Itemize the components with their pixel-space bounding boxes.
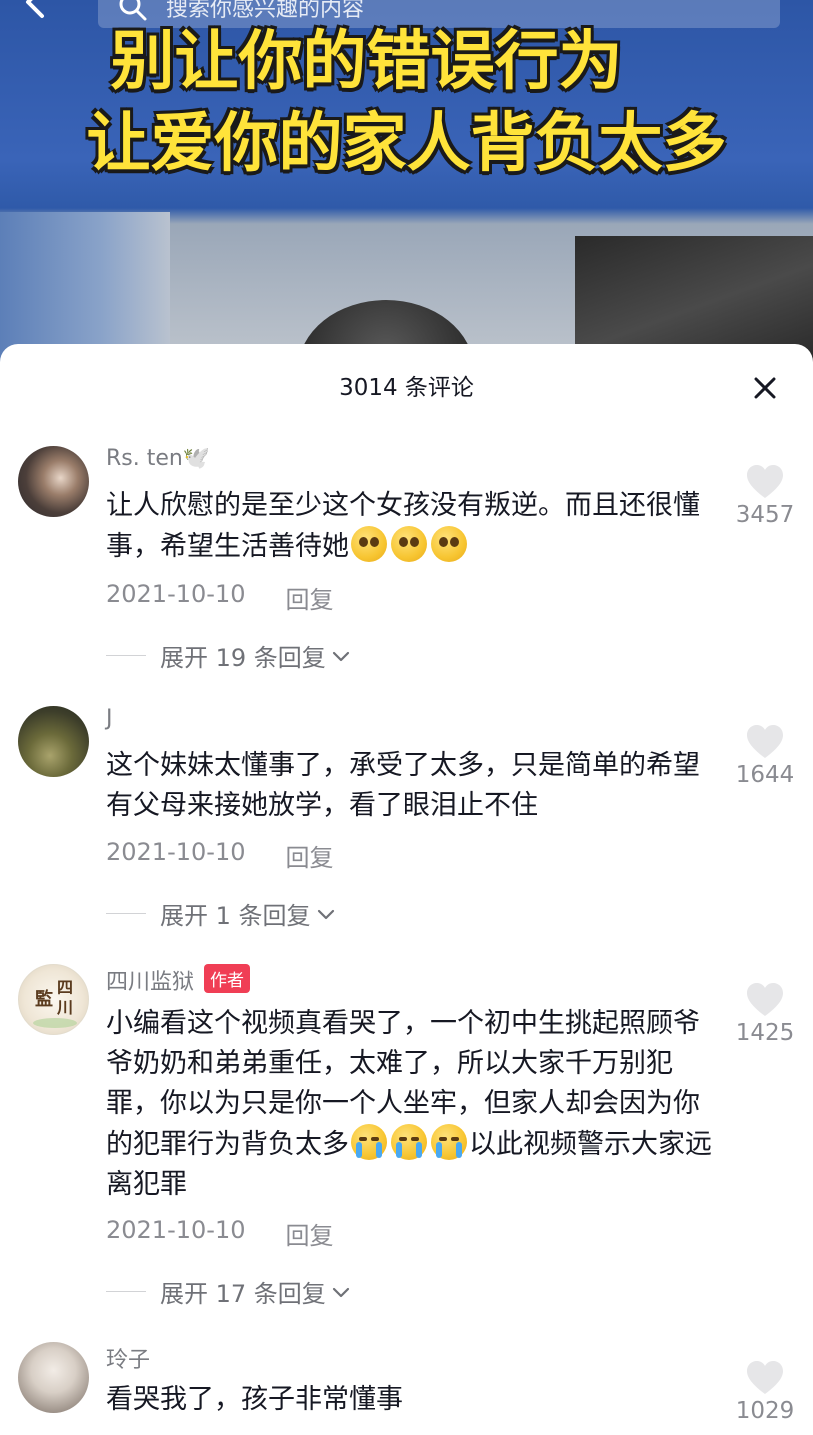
expand-replies-label: 展开 17 条回复: [160, 1280, 326, 1308]
comment-username[interactable]: 玲子: [106, 1342, 150, 1374]
chevron-down-icon: [332, 1287, 349, 1297]
pleading-face-emoji-icon: [351, 526, 387, 562]
svg-text:監: 監: [35, 988, 53, 1010]
like-count: 1644: [735, 762, 795, 788]
close-button[interactable]: [747, 370, 783, 406]
heart-icon: [747, 465, 783, 498]
reply-button[interactable]: 回复: [285, 838, 333, 873]
comment-username: 四川监狱 作者: [106, 964, 251, 996]
expand-replies-button[interactable]: 展开 19 条回复: [106, 638, 352, 673]
svg-text:四: 四: [57, 978, 73, 997]
expand-replies-label: 展开 19 条回复: [160, 644, 326, 672]
like-button[interactable]: 1029: [735, 1360, 795, 1424]
like-count: 1029: [735, 1398, 795, 1424]
comments-count-title: 3014 条评论: [339, 375, 474, 401]
prison-logo-icon: 監 四 川: [33, 978, 77, 1028]
like-button[interactable]: 1425: [735, 982, 795, 1046]
close-icon: [754, 377, 776, 399]
chevron-down-icon: [317, 909, 334, 919]
comment-date: 2021-10-10: [106, 838, 246, 866]
video-headline-line2: 让爱你的家人背负太多: [86, 107, 727, 181]
divider-line: [106, 1291, 146, 1292]
expand-replies-button[interactable]: 展开 17 条回复: [106, 1274, 352, 1309]
back-arrow-icon[interactable]: [14, 0, 54, 22]
comment-username-text[interactable]: 四川监狱: [106, 970, 194, 995]
pleading-face-emoji-icon: [431, 526, 467, 562]
loudly-crying-face-emoji-icon: [431, 1124, 467, 1160]
expand-replies-button[interactable]: 展开 1 条回复: [106, 896, 337, 931]
like-count: 3457: [735, 502, 795, 528]
comment-text: 让人欣慰的是至少这个女孩没有叛逆。而且还很懂事，希望生活善待她: [106, 486, 716, 567]
comment-item: 監 四 川 四川监狱 作者 小编看这个视频真看哭了，一个初中生挑起照顾爷爷奶奶和弟…: [0, 962, 813, 1322]
like-count: 1425: [735, 1020, 795, 1046]
comment-username[interactable]: J: [106, 706, 113, 731]
comment-date: 2021-10-10: [106, 1216, 246, 1244]
heart-icon: [747, 1361, 783, 1394]
heart-icon: [747, 725, 783, 758]
comments-sheet: 3014 条评论 Rs. ten🕊️ 让人欣慰的是至少这个女孩没有叛逆。而且还很…: [0, 344, 813, 1435]
avatar[interactable]: 監 四 川: [18, 964, 89, 1035]
like-button[interactable]: 1644: [735, 724, 795, 788]
divider-line: [106, 913, 146, 914]
comment-text: 看哭我了，孩子非常懂事: [106, 1384, 403, 1415]
comment-item: Rs. ten🕊️ 让人欣慰的是至少这个女孩没有叛逆。而且还很懂事，希望生活善待…: [0, 444, 813, 684]
heart-icon: [747, 983, 783, 1016]
search-bar[interactable]: 搜索你感兴趣的内容: [98, 0, 780, 28]
author-badge: 作者: [204, 964, 251, 993]
chevron-down-icon: [332, 651, 349, 661]
search-icon: [119, 0, 147, 21]
svg-text:川: 川: [56, 998, 73, 1017]
comments-header: 3014 条评论: [0, 344, 813, 428]
search-placeholder: 搜索你感兴趣的内容: [166, 0, 365, 22]
expand-replies-label: 展开 1 条回复: [160, 902, 311, 930]
avatar[interactable]: [18, 1342, 89, 1413]
avatar[interactable]: [18, 446, 89, 517]
comment-meta: 2021-10-10 回复: [106, 580, 333, 615]
pleading-face-emoji-icon: [391, 526, 427, 562]
comment-date: 2021-10-10: [106, 580, 246, 608]
reply-button[interactable]: 回复: [285, 1216, 333, 1251]
comment-meta: 2021-10-10 回复: [106, 1216, 333, 1251]
comment-item: 玲子 看哭我了，孩子非常懂事 1029: [0, 1340, 813, 1435]
comment-text: 小编看这个视频真看哭了，一个初中生挑起照顾爷爷奶奶和弟弟重任，太难了，所以大家千…: [106, 1004, 716, 1205]
comment-username[interactable]: Rs. ten🕊️: [106, 446, 210, 471]
reply-button[interactable]: 回复: [285, 580, 333, 615]
comment-item: J 这个妹妹太懂事了，承受了太多，只是简单的希望有父母来接她放学，看了眼泪止不住…: [0, 704, 813, 944]
avatar[interactable]: [18, 706, 89, 777]
video-background: 搜索你感兴趣的内容 别让你的错误行为 让爱你的家人背负太多: [0, 0, 813, 400]
divider-line: [106, 655, 146, 656]
like-button[interactable]: 3457: [735, 464, 795, 528]
comment-meta: 2021-10-10 回复: [106, 838, 333, 873]
loudly-crying-face-emoji-icon: [351, 1124, 387, 1160]
video-headline-line1: 别让你的错误行为: [110, 25, 623, 99]
comment-text: 这个妹妹太懂事了，承受了太多，只是简单的希望有父母来接她放学，看了眼泪止不住: [106, 750, 700, 821]
loudly-crying-face-emoji-icon: [391, 1124, 427, 1160]
